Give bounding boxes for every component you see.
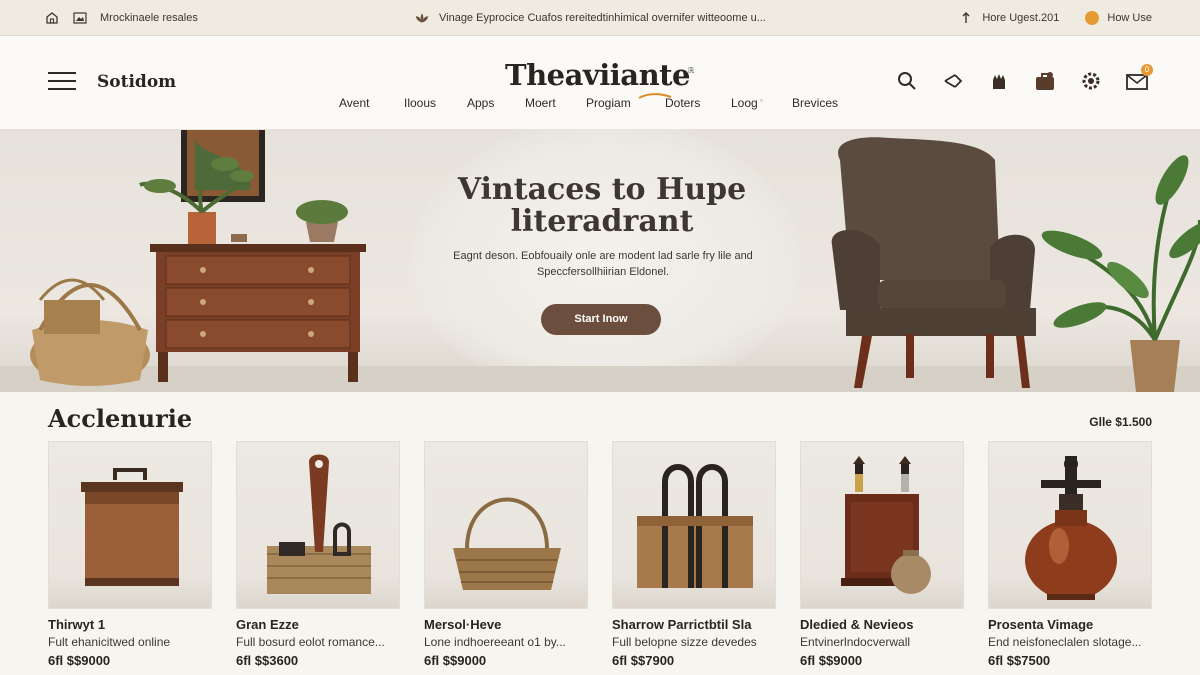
- product-grid: Thirwyt 1 Fult ehanicitwed online 6fl $$…: [48, 441, 1152, 671]
- settings-icon[interactable]: [1080, 70, 1102, 92]
- notification-badge: 0: [1141, 64, 1153, 76]
- product-card[interactable]: Prosenta Vimage End neisfoneclalen slota…: [988, 441, 1152, 668]
- brand-trademark: ℝ: [688, 66, 695, 75]
- product-description: Full belopne sizze devedes: [612, 635, 757, 649]
- product-description: End neisfoneclalen slotage...: [988, 635, 1142, 649]
- product-image[interactable]: [800, 441, 964, 609]
- hero-description: Eagnt deson. Eobfouaily onle are modent …: [453, 250, 753, 278]
- nav-item-progiam[interactable]: Progiam: [586, 96, 631, 110]
- home-icon[interactable]: [44, 10, 60, 26]
- product-card[interactable]: Gran Ezze Full bosurd eolot romance... 6…: [236, 441, 400, 668]
- nav-item-doters[interactable]: Doters: [665, 96, 700, 110]
- product-image[interactable]: [612, 441, 776, 609]
- product-price: 6fl $$9000: [424, 653, 487, 668]
- nav-item-loog[interactable]: Loog: [731, 96, 758, 110]
- topbar-right: Hore Ugest.201 How Use: [958, 0, 1152, 36]
- nav-item-moert[interactable]: Moert: [525, 96, 556, 110]
- topbar-left: Mrockinaele resales: [44, 0, 198, 36]
- product-image[interactable]: [424, 441, 588, 609]
- section-view-all-link[interactable]: Glle $1.500: [1089, 415, 1152, 429]
- nav-item-apps[interactable]: Apps: [467, 96, 494, 110]
- topbar-how-link[interactable]: How Use: [1107, 12, 1152, 24]
- topbar-promo-text[interactable]: Vinage Eyprocice Cuafos rereitedtinhimic…: [439, 12, 766, 24]
- product-price: 6fl $$3600: [236, 653, 299, 668]
- product-card[interactable]: Dledied & Nevieos Entvinerlndocverwall 6…: [800, 441, 964, 668]
- product-name[interactable]: Prosenta Vimage: [988, 617, 1152, 632]
- start-now-button[interactable]: Start Inow: [541, 304, 661, 335]
- product-price: 6fl $$7900: [612, 653, 675, 668]
- nav-marker: ▫: [760, 96, 763, 105]
- product-card[interactable]: Mersol·Heve Lone indhoereeant o1 by... 6…: [424, 441, 588, 668]
- share-icon[interactable]: [942, 70, 964, 92]
- hero-title: Vintaces to Hupe literadrant: [457, 172, 747, 239]
- nav-item-avent[interactable]: Avent: [339, 96, 369, 110]
- store-name[interactable]: Sotidom: [97, 72, 176, 92]
- product-description: Entvinerlndocverwall: [800, 635, 911, 649]
- product-price: 6fl $$7500: [988, 653, 1051, 668]
- announcement-bar: Mrockinaele resales Vinage Eyprocice Cua…: [0, 0, 1200, 36]
- nav-item-iloous[interactable]: Iloous: [404, 96, 436, 110]
- arrow-up-icon: [958, 10, 974, 26]
- product-image[interactable]: [236, 441, 400, 609]
- menu-icon[interactable]: [48, 72, 76, 92]
- product-description: Lone indhoereeant o1 by...: [424, 635, 566, 649]
- section-title: Acclenurie: [48, 404, 193, 433]
- product-price: 6fl $$9000: [48, 653, 111, 668]
- main-nav: Avent Iloous Apps Moert Progiam Doters L…: [0, 96, 1200, 112]
- product-name[interactable]: Sharrow Parrictbtil Sla: [612, 617, 776, 632]
- product-description: Fult ehanicitwed online: [48, 635, 171, 649]
- site-header: Sotidom Theaviiante ℝ Avent Iloous Apps …: [0, 36, 1200, 130]
- hand-icon[interactable]: [988, 70, 1010, 92]
- product-card[interactable]: Thirwyt 1 Fult ehanicitwed online 6fl $$…: [48, 441, 212, 668]
- topbar-center: Vinage Eyprocice Cuafos rereitedtinhimic…: [414, 0, 766, 36]
- leaf-icon: [414, 10, 430, 26]
- product-card[interactable]: Sharrow Parrictbtil Sla Full belopne siz…: [612, 441, 776, 668]
- product-name[interactable]: Thirwyt 1: [48, 617, 212, 632]
- product-name[interactable]: Mersol·Heve: [424, 617, 588, 632]
- product-image[interactable]: [48, 441, 212, 609]
- hero-chair-illustration: [831, 137, 1200, 392]
- topbar-left-text[interactable]: Mrockinaele resales: [100, 12, 198, 24]
- hero-banner: Vintaces to Hupe literadrant Eagnt deson…: [0, 130, 1200, 392]
- brand-logo[interactable]: Theaviiante: [505, 58, 691, 92]
- nav-item-brevices[interactable]: Brevices: [792, 96, 838, 110]
- product-description: Full bosurd eolot romance...: [236, 635, 385, 649]
- product-name[interactable]: Gran Ezze: [236, 617, 400, 632]
- image-icon[interactable]: [72, 10, 88, 26]
- hero-dresser-illustration: [30, 130, 366, 386]
- header-actions: 0: [896, 64, 1153, 92]
- product-price: 6fl $$9000: [800, 653, 863, 668]
- search-icon[interactable]: [896, 70, 918, 92]
- status-dot-icon: [1085, 11, 1100, 25]
- mail-icon[interactable]: 0: [1126, 64, 1153, 92]
- bag-icon[interactable]: [1034, 70, 1056, 92]
- product-image[interactable]: [988, 441, 1152, 609]
- topbar-right-text[interactable]: Hore Ugest.201: [982, 12, 1059, 24]
- product-name[interactable]: Dledied & Nevieos: [800, 617, 964, 632]
